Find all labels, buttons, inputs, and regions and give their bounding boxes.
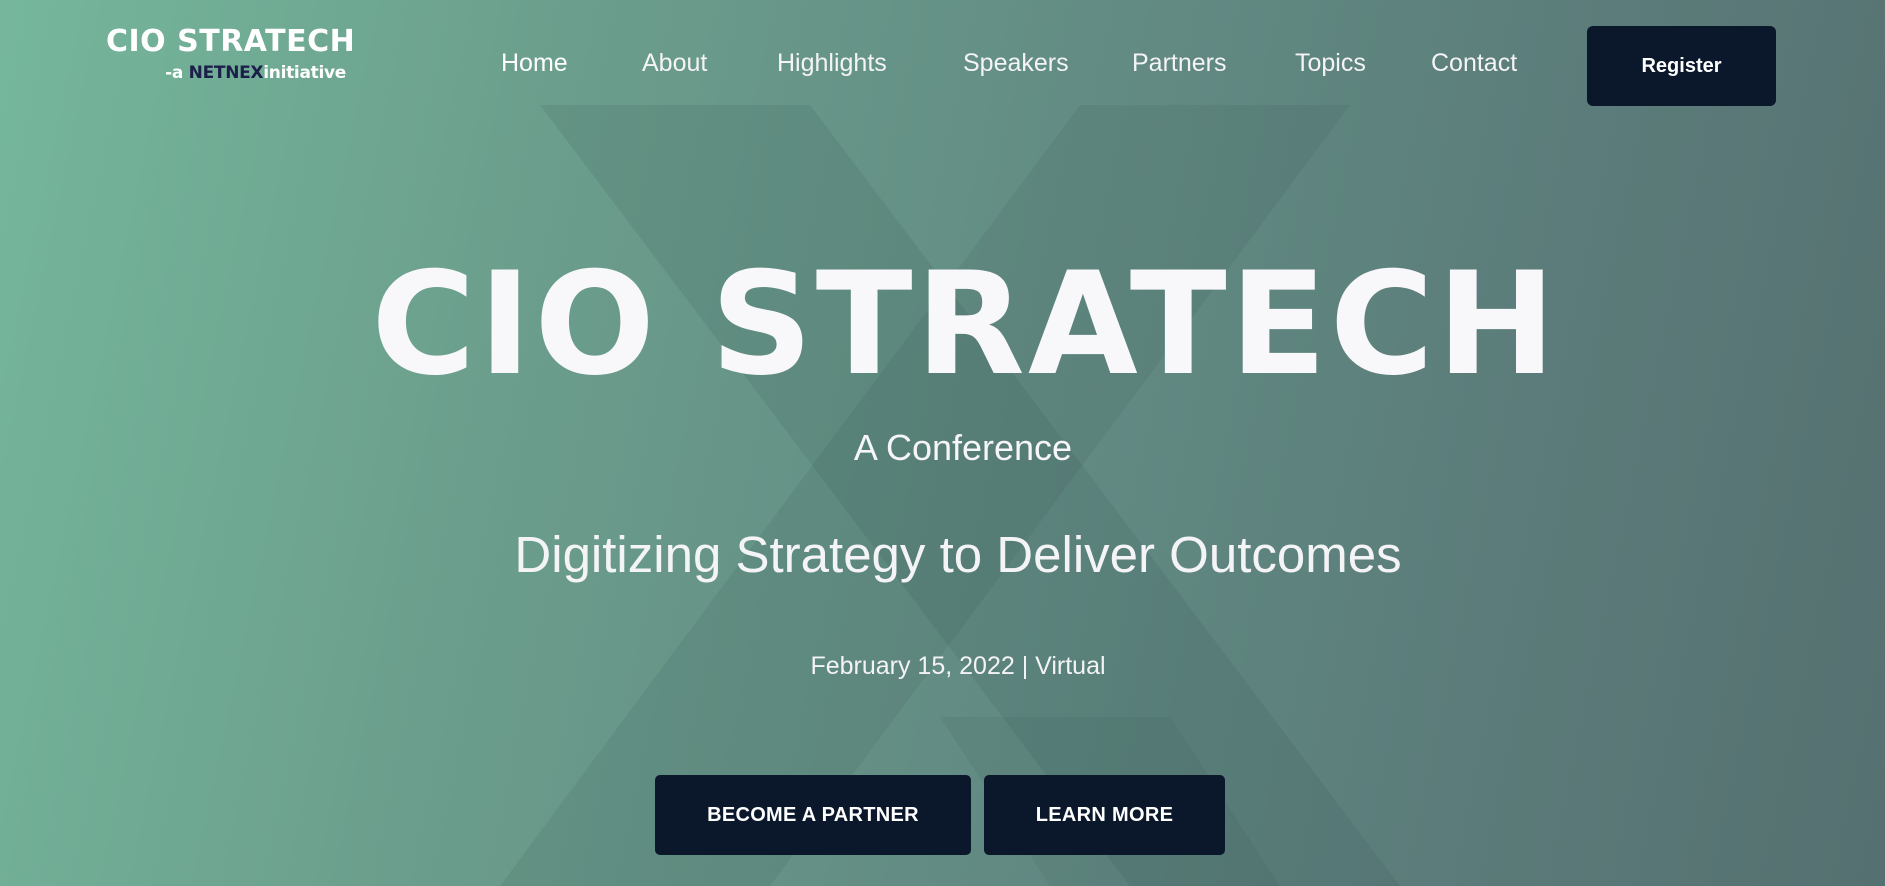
nav-item-home[interactable]: Home [501, 46, 568, 80]
hero-title: CIO STRATECH [371, 242, 1559, 407]
logo-brand-name: NETNEX [188, 63, 264, 83]
logo-tagline-suffix: initiative [263, 63, 346, 83]
nav-item-topics[interactable]: Topics [1295, 46, 1366, 80]
nav-item-contact[interactable]: Contact [1431, 46, 1517, 80]
site-header: CIO STRATECH -a NETNEXinitiative Home Ab… [0, 0, 1885, 130]
learn-more-button[interactable]: LEARN MORE [984, 775, 1225, 855]
hero-tagline: Digitizing Strategy to Deliver Outcomes [514, 526, 1402, 583]
hero-subtitle: A Conference [853, 427, 1073, 468]
logo-tagline-prefix: -a [165, 63, 189, 83]
hero-section: CIO STRATECH -a NETNEXinitiative Home Ab… [0, 0, 1885, 886]
nav-item-highlights[interactable]: Highlights [777, 46, 887, 80]
become-partner-button[interactable]: BECOME A PARTNER [655, 775, 971, 855]
logo-tagline: -a NETNEXinitiative [165, 62, 346, 84]
nav-item-partners[interactable]: Partners [1132, 46, 1226, 80]
x-mark-icon [500, 105, 1400, 886]
logo-title: CIO STRATECH [106, 24, 356, 59]
nav-item-speakers[interactable]: Speakers [963, 46, 1069, 80]
event-date: February 15, 2022 | Virtual [810, 652, 1106, 680]
nav-item-about[interactable]: About [642, 46, 707, 80]
site-logo[interactable]: CIO STRATECH -a NETNEXinitiative [106, 24, 355, 90]
register-button[interactable]: Register [1587, 26, 1776, 106]
